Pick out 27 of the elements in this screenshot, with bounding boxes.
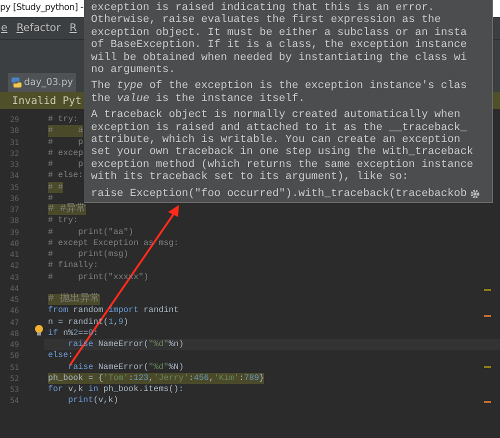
code-line: from random import randint (48, 305, 179, 316)
code-line: # p (48, 159, 84, 170)
doc-code-example: raise Exception("foo occurred").with_traceback(tracebackob (91, 188, 467, 200)
code-line: # excep (48, 148, 84, 159)
lightbulb-icon[interactable] (35, 325, 43, 336)
code-line: # print(msg) (48, 249, 128, 260)
code-line: # try: (48, 215, 78, 226)
code-line: raise NameError("%d"%N) (67, 362, 184, 373)
code-line: # try: (48, 114, 78, 126)
settings-icon[interactable] (470, 188, 480, 199)
code-line: for v,k in ph_book.items(): (48, 384, 184, 396)
notification-text: Invalid Pyt (12, 94, 82, 106)
code-line: # except Exception as msg: (48, 238, 179, 249)
code-line: # else: (48, 170, 84, 182)
code-line: # p (48, 136, 84, 148)
code-line: # finally: (48, 260, 98, 272)
code-line: print(v,k) (67, 395, 118, 406)
menu-item[interactable]: R (70, 22, 77, 34)
code-line: # print("aa") (48, 226, 134, 238)
doc-paragraph: A traceback object is normally created automatically when exception is raised and attached to it as the __traceback_ attribute, which is writable. You can create an exception set your own traceback in one step using the with_traceback exception method (which returns the same exception instance with its traceback set to its argument), like so: (91, 109, 474, 184)
code-line: # (48, 192, 54, 204)
menu-item[interactable]: Refactor (16, 22, 61, 34)
menu-item[interactable]: e (1, 22, 8, 34)
editor-tab[interactable]: day_03.py (8, 73, 76, 92)
code-line: else: (48, 350, 74, 362)
python-file-icon (11, 77, 22, 88)
doc-paragraph: The type of the exception is the exception instance's clas the value is the instance itself. (91, 80, 468, 106)
